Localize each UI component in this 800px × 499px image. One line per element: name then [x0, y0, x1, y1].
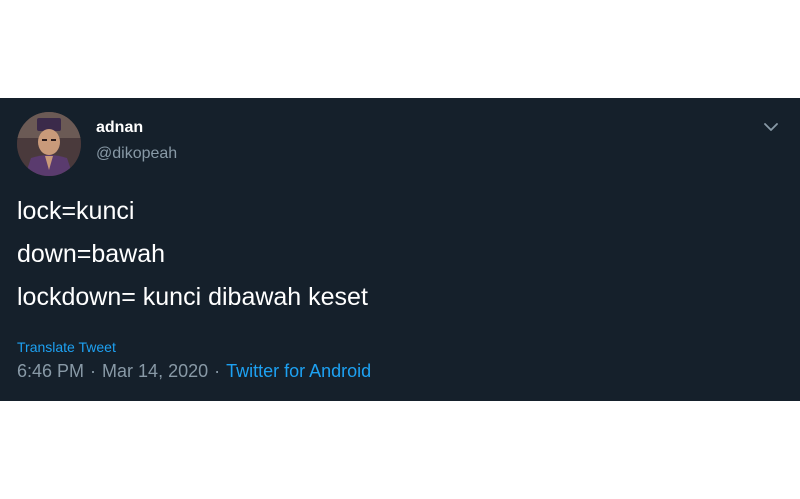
- translate-tweet-link[interactable]: Translate Tweet: [17, 338, 116, 356]
- tweet-card: adnan @dikopeah lock=kunci down=bawah lo…: [0, 98, 800, 401]
- meta-separator: ·: [214, 361, 221, 381]
- user-handle[interactable]: @dikopeah: [96, 144, 177, 164]
- tweet-text: lock=kunci down=bawah lockdown= kunci di…: [17, 190, 368, 319]
- tweet-source-link[interactable]: Twitter for Android: [226, 361, 371, 381]
- page: adnan @dikopeah lock=kunci down=bawah lo…: [0, 0, 800, 499]
- chevron-down-icon: [764, 123, 778, 131]
- tweet-text-line: lock=kunci: [17, 197, 135, 225]
- avatar-image: [17, 112, 81, 176]
- tweet-text-line: down=bawah: [17, 240, 166, 268]
- meta-separator: ·: [90, 361, 97, 381]
- avatar[interactable]: [17, 112, 81, 176]
- user-name[interactable]: adnan: [96, 118, 143, 138]
- tweet-meta: 6:46 PM · Mar 14, 2020 · Twitter for Android: [17, 360, 371, 382]
- tweet-time[interactable]: 6:46 PM: [17, 361, 84, 381]
- tweet-date[interactable]: Mar 14, 2020: [102, 361, 208, 381]
- tweet-text-line: lockdown= kunci dibawah keset: [17, 283, 368, 311]
- tweet-menu-button[interactable]: [760, 116, 782, 138]
